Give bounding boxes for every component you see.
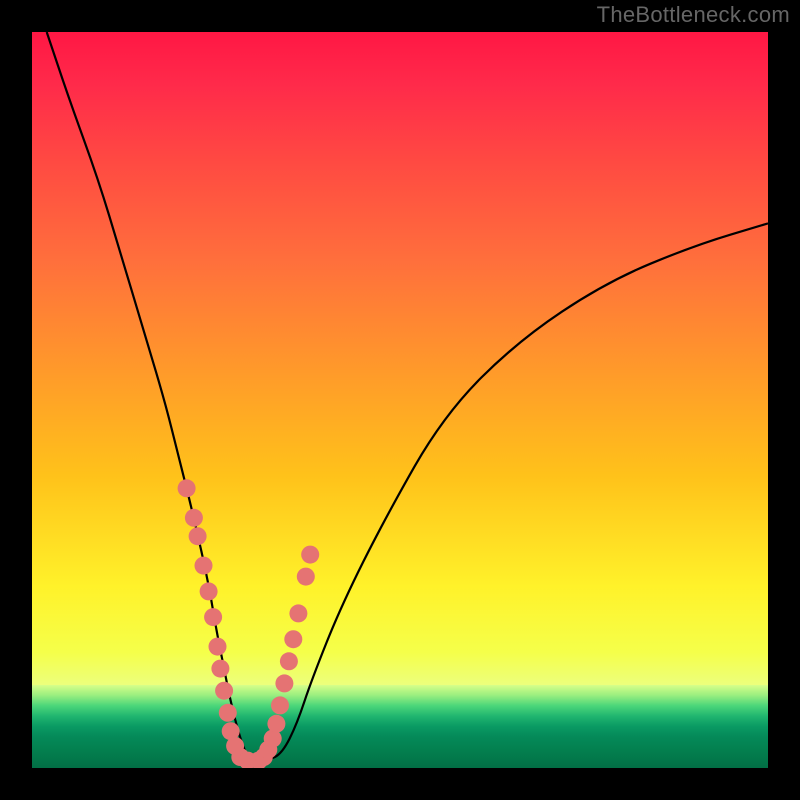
data-marker <box>215 682 233 700</box>
data-marker <box>297 568 315 586</box>
chart-container: TheBottleneck.com <box>0 0 800 800</box>
bottleneck-curve <box>47 32 768 761</box>
curve-layer <box>32 32 768 768</box>
data-marker <box>209 638 227 656</box>
data-marker <box>185 509 203 527</box>
marker-group <box>178 479 320 768</box>
plot-area <box>32 32 768 768</box>
data-marker <box>280 652 298 670</box>
data-marker <box>178 479 196 497</box>
data-marker <box>204 608 222 626</box>
data-marker <box>219 704 237 722</box>
data-marker <box>211 660 229 678</box>
data-marker <box>195 557 213 575</box>
watermark-text: TheBottleneck.com <box>597 2 790 28</box>
data-marker <box>271 696 289 714</box>
data-marker <box>200 582 218 600</box>
data-marker <box>267 715 285 733</box>
data-marker <box>284 630 302 648</box>
data-marker <box>275 674 293 692</box>
data-marker <box>301 546 319 564</box>
data-marker <box>189 527 207 545</box>
data-marker <box>289 604 307 622</box>
